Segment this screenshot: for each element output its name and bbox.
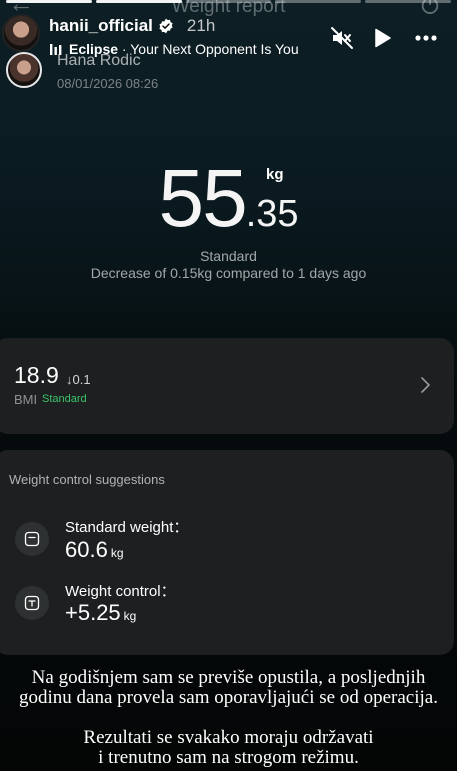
caption-line-1: Na godišnjem sam se previše opustila, a …: [31, 667, 426, 688]
play-icon[interactable]: [370, 26, 394, 50]
caption-line-4: i trenutno sam na strogom režimu.: [98, 747, 359, 768]
weight-integer: 55: [158, 153, 247, 244]
chevron-right-icon[interactable]: [418, 376, 432, 394]
standard-weight-number: 60.6: [65, 537, 108, 562]
weight-change: Decrease of 0.15kg compared to 1 days ag…: [90, 265, 367, 281]
weight-control-unit: kg: [123, 609, 137, 623]
caption-line-3: Rezultati se svakako moraju održavati: [83, 727, 374, 748]
weight-value: 55.35: [0, 152, 457, 246]
story-time: 21h: [186, 16, 216, 35]
report-date: 08/01/2026 08:26: [57, 76, 159, 91]
power-icon: [421, 0, 439, 14]
mute-icon[interactable]: [330, 26, 354, 50]
profile-avatar: [6, 52, 42, 88]
bmi-delta-value: 0.1: [72, 372, 91, 387]
standard-weight-unit: kg: [110, 546, 124, 560]
story-user[interactable]: hanii_official 21h: [49, 16, 215, 36]
bmi-label: BMI: [14, 392, 38, 407]
story-avatar[interactable]: [2, 14, 40, 52]
weight-status: Standard: [200, 248, 257, 264]
profile-name: Hana Rodic: [57, 52, 141, 69]
weight-control-value: +5.25 kg: [65, 600, 136, 626]
more-options-icon[interactable]: [414, 26, 438, 50]
bmi-value: 18.9: [14, 362, 59, 388]
caption-line-2: godinu dana provela sam oporavljajući se…: [19, 687, 438, 708]
standard-weight-value: 60.6 kg: [65, 537, 124, 563]
standard-weight-label: Standard weight：: [65, 519, 189, 536]
story-username[interactable]: hanii_official: [49, 16, 153, 36]
bmi-status: Standard: [42, 393, 87, 405]
weight-control-icon: [15, 586, 49, 620]
weight-decimal: .35: [245, 193, 299, 235]
weight-control-label: Weight control：: [65, 583, 176, 600]
standard-weight-icon: [15, 522, 49, 556]
bmi-delta: ↓0.1: [66, 372, 91, 387]
weight-unit: kg: [266, 166, 284, 183]
verified-badge-icon: [159, 18, 173, 34]
music-title: Your Next Opponent Is You: [130, 41, 299, 57]
suggestions-title: Weight control suggestions: [9, 472, 165, 487]
weight-control-number: +5.25: [65, 600, 121, 625]
